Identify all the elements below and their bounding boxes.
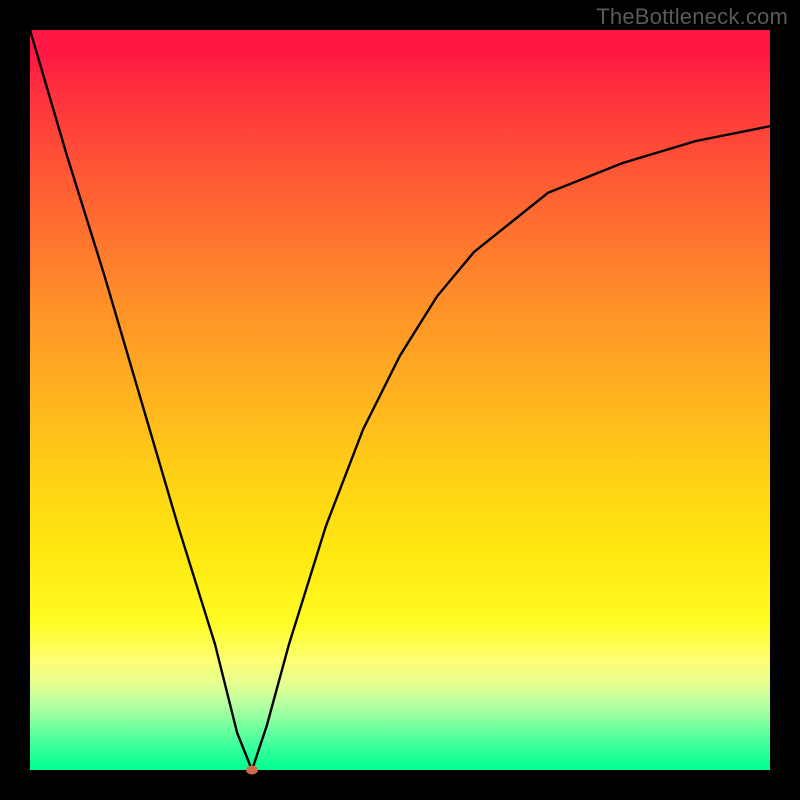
watermark-text: TheBottleneck.com <box>596 4 788 30</box>
curve-layer <box>30 30 770 770</box>
min-marker <box>246 766 258 775</box>
plot-area <box>30 30 770 770</box>
bottleneck-curve <box>30 30 770 770</box>
chart-frame: TheBottleneck.com <box>0 0 800 800</box>
